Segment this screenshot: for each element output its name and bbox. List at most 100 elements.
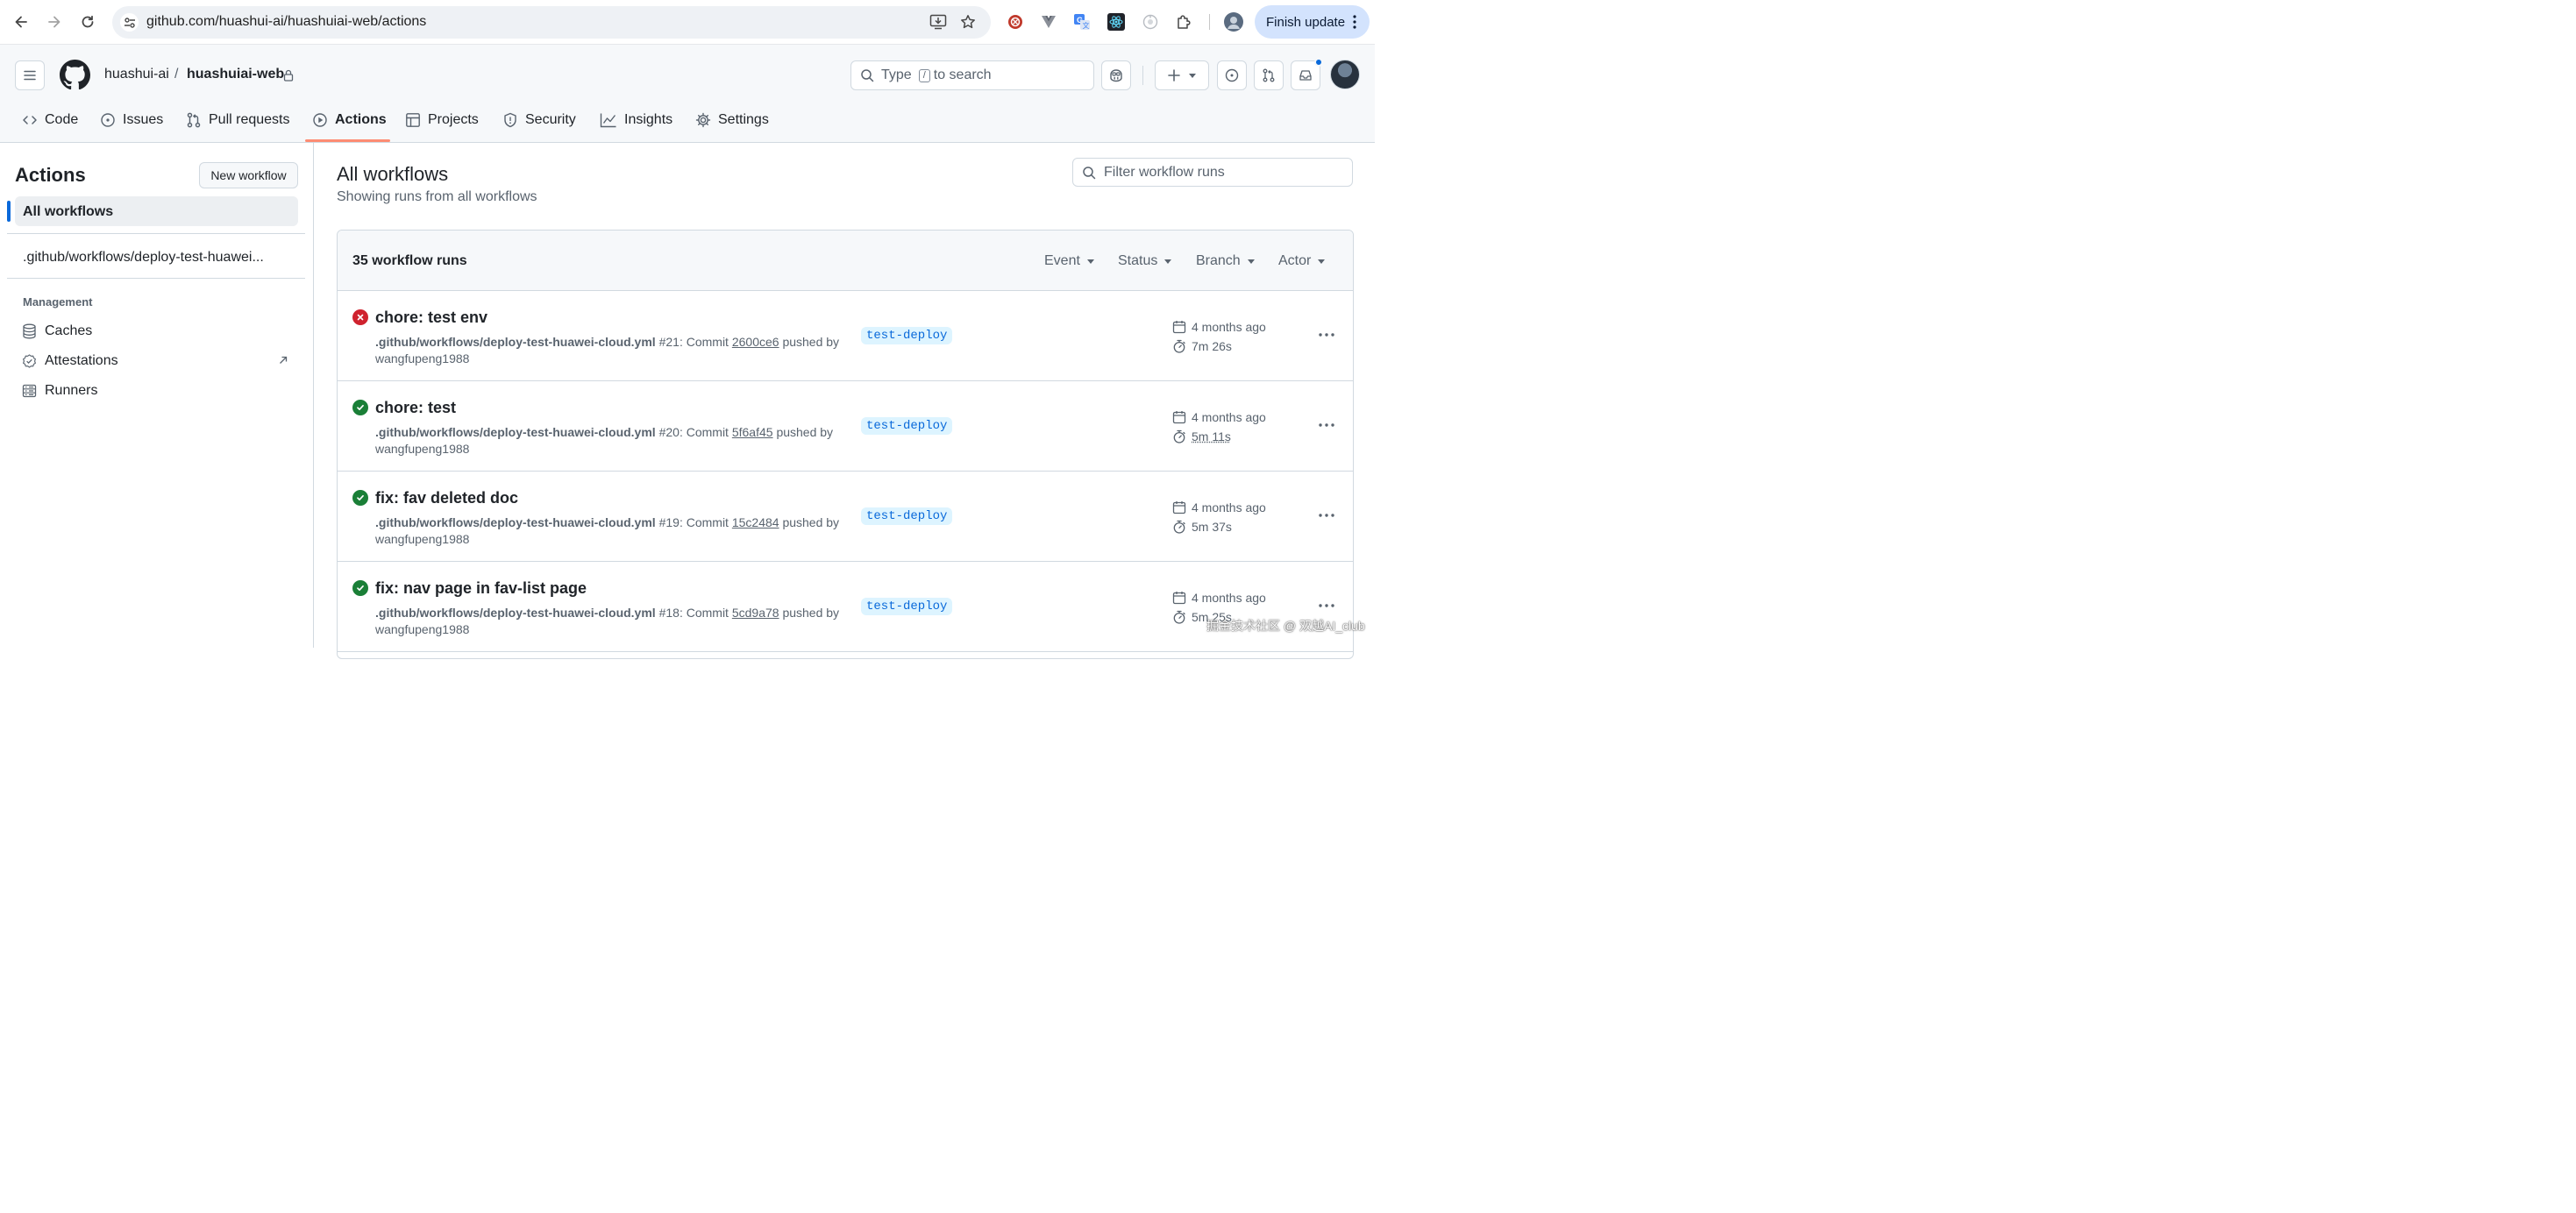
tab-security[interactable]: Security <box>502 109 576 131</box>
run-time-text: 4 months ago <box>1192 591 1266 605</box>
global-search-input[interactable]: Type / to search <box>850 60 1094 90</box>
bookmark-star-icon[interactable] <box>960 14 976 30</box>
tab-code[interactable]: Code <box>22 109 78 131</box>
run-meta: .github/workflows/deploy-test-huawei-clo… <box>375 424 840 458</box>
run-duration-text: 5m 11s <box>1192 429 1231 443</box>
kebab-horizontal-icon <box>1319 333 1334 337</box>
status-filter-label: Status <box>1118 253 1158 268</box>
status-filter-dropdown[interactable]: Status <box>1118 253 1172 269</box>
repo-owner-link[interactable]: huashui-ai <box>104 67 169 82</box>
tab-settings[interactable]: Settings <box>695 109 769 131</box>
run-more-options-button[interactable] <box>1316 326 1337 344</box>
run-actor-link[interactable]: wangfupeng1988 <box>375 442 469 456</box>
event-filter-dropdown[interactable]: Event <box>1044 253 1094 269</box>
sidebar-item-workflow[interactable]: .github/workflows/deploy-test-huawei... <box>23 250 264 266</box>
workflow-run-row[interactable]: fix: fav deleted doc .github/workflows/d… <box>338 472 1353 562</box>
extensions-puzzle-icon[interactable] <box>1175 13 1192 31</box>
branch-label[interactable]: test-deploy <box>861 598 953 615</box>
verified-icon <box>22 353 37 369</box>
kebab-horizontal-icon <box>1319 423 1334 427</box>
kebab-horizontal-icon <box>1319 514 1334 517</box>
run-title-link[interactable]: chore: test <box>375 399 456 417</box>
run-workflow-file[interactable]: .github/workflows/deploy-test-huawei-clo… <box>375 335 656 349</box>
tab-actions[interactable]: Actions <box>312 109 387 131</box>
extension-react-icon[interactable] <box>1107 13 1125 31</box>
run-time-text: 4 months ago <box>1192 320 1266 334</box>
extension-red-icon[interactable] <box>1007 13 1024 31</box>
branch-label[interactable]: test-deploy <box>861 327 953 344</box>
run-workflow-file[interactable]: .github/workflows/deploy-test-huawei-clo… <box>375 515 656 529</box>
tab-issues[interactable]: Issues <box>100 109 163 131</box>
sidebar-separator <box>7 233 305 234</box>
run-title-link[interactable]: fix: nav page in fav-list page <box>375 579 587 598</box>
run-commit-sha-link[interactable]: 15c2484 <box>732 515 779 529</box>
sidebar-item-attestations[interactable]: Attestations <box>22 351 118 372</box>
success-check-icon <box>352 400 368 415</box>
workflow-run-row[interactable]: fix: nav page in fav-list page .github/w… <box>338 562 1353 652</box>
install-app-icon[interactable] <box>929 14 947 30</box>
branch-label[interactable]: test-deploy <box>861 417 953 435</box>
menu-button[interactable] <box>15 60 45 90</box>
actor-filter-dropdown[interactable]: Actor <box>1278 253 1326 269</box>
stopwatch-icon <box>1173 429 1185 443</box>
sidebar-item-runners[interactable]: Runners <box>22 380 97 401</box>
code-icon <box>22 113 38 127</box>
create-new-button[interactable] <box>1155 60 1209 90</box>
branch-filter-dropdown[interactable]: Branch <box>1196 253 1255 269</box>
copilot-button[interactable] <box>1101 60 1131 90</box>
forward-icon[interactable] <box>44 11 65 32</box>
caches-label: Caches <box>45 323 93 338</box>
run-actor-link[interactable]: wangfupeng1988 <box>375 532 469 546</box>
run-commit-sha-link[interactable]: 5cd9a78 <box>732 606 779 620</box>
database-icon <box>22 323 37 339</box>
site-settings-icon[interactable] <box>120 13 139 32</box>
extension-cursor-icon[interactable] <box>1142 13 1159 31</box>
run-more-options-button[interactable] <box>1316 416 1337 434</box>
sidebar-item-caches[interactable]: Caches <box>22 321 92 342</box>
back-icon[interactable] <box>11 11 32 32</box>
calendar-icon <box>1172 411 1186 424</box>
github-logo-icon[interactable] <box>60 60 90 90</box>
event-filter-label: Event <box>1044 253 1080 268</box>
issues-button[interactable] <box>1217 60 1247 90</box>
finish-update-button[interactable]: Finish update <box>1255 5 1370 39</box>
run-more-options-button[interactable] <box>1316 597 1337 614</box>
caret-down-icon <box>1189 73 1196 78</box>
watermark-text: 掘金技术社区 @ 双越AI_club <box>1206 619 1365 633</box>
repo-path-separator: / <box>174 67 179 82</box>
extension-translate-icon[interactable]: G文 <box>1073 13 1091 31</box>
run-commit-sha-link[interactable]: 5f6af45 <box>732 425 773 439</box>
tab-pull-requests[interactable]: Pull requests <box>186 109 290 131</box>
workflow-run-row[interactable]: chore: test env .github/workflows/deploy… <box>338 291 1353 381</box>
run-more-options-button[interactable] <box>1316 507 1337 524</box>
new-workflow-button[interactable]: New workflow <box>199 162 298 188</box>
tab-projects[interactable]: Projects <box>405 109 479 131</box>
address-bar[interactable]: github.com/huashui-ai/huashuiai-web/acti… <box>112 6 991 39</box>
profile-avatar[interactable] <box>1224 12 1243 32</box>
user-avatar[interactable] <box>1330 60 1360 89</box>
sidebar-item-all-workflows-label: All workflows <box>23 204 114 219</box>
run-workflow-file[interactable]: .github/workflows/deploy-test-huawei-clo… <box>375 425 656 439</box>
workflow-run-row[interactable]: chore: test .github/workflows/deploy-tes… <box>338 381 1353 472</box>
run-title-link[interactable]: fix: fav deleted doc <box>375 489 518 507</box>
filter-workflow-runs-input[interactable]: Filter workflow runs <box>1072 158 1353 187</box>
run-commit-sha-link[interactable]: 2600ce6 <box>732 335 779 349</box>
extension-vue-icon[interactable] <box>1040 13 1057 31</box>
branch-label[interactable]: test-deploy <box>861 507 953 525</box>
run-colon: : <box>679 425 683 439</box>
run-colon: : <box>679 335 683 349</box>
management-heading: Management <box>23 295 93 309</box>
url-text[interactable]: github.com/huashui-ai/huashuiai-web/acti… <box>146 14 426 30</box>
repo-name-link[interactable]: huashuiai-web <box>187 67 284 82</box>
pull-requests-button[interactable] <box>1254 60 1284 90</box>
tab-insights[interactable]: Insights <box>600 109 672 131</box>
run-workflow-file[interactable]: .github/workflows/deploy-test-huawei-clo… <box>375 606 656 620</box>
run-time-text: 4 months ago <box>1192 410 1266 424</box>
run-commit-label: Commit <box>686 606 729 620</box>
run-pushed-by: pushed by <box>776 425 834 439</box>
filter-placeholder: Filter workflow runs <box>1104 164 1225 180</box>
run-actor-link[interactable]: wangfupeng1988 <box>375 351 469 365</box>
run-actor-link[interactable]: wangfupeng1988 <box>375 622 469 636</box>
run-title-link[interactable]: chore: test env <box>375 309 487 327</box>
reload-icon[interactable] <box>77 11 98 32</box>
